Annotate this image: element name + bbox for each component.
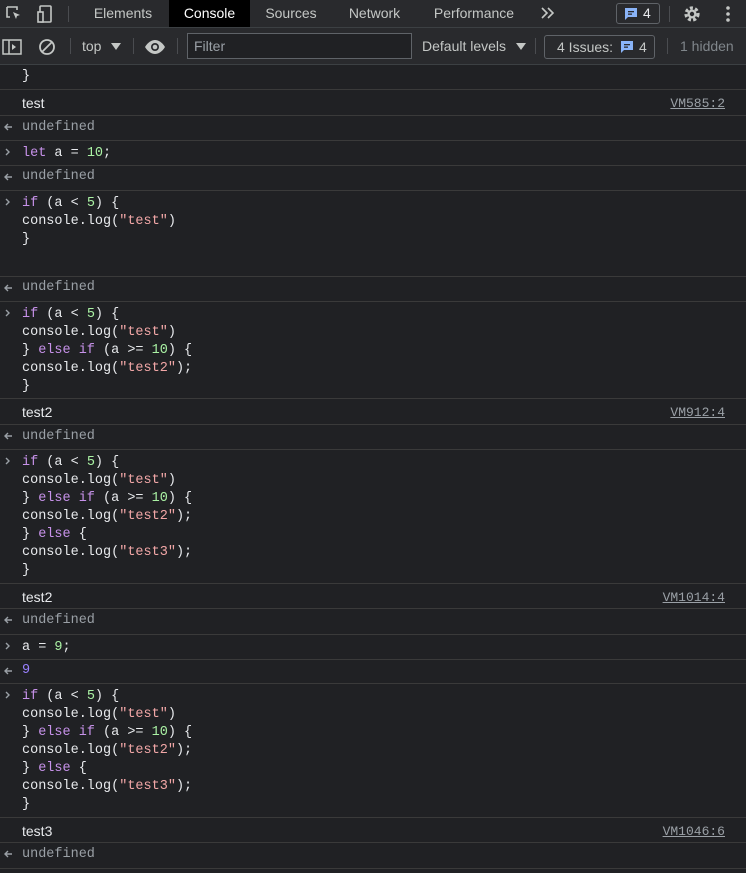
log-message: test2 xyxy=(22,589,53,605)
console-input-row: if (a < 5) { console.log("test") } xyxy=(0,191,746,277)
source-link[interactable]: VM585:2 xyxy=(670,96,725,111)
console-log-row: test2 VM912:4 xyxy=(0,399,746,425)
code-line: let a = 10; xyxy=(22,146,112,161)
result-arrow-icon xyxy=(4,667,12,675)
code-block: if (a < 5) { console.log("test") } else … xyxy=(22,455,193,578)
console-result-row: undefined xyxy=(0,843,746,869)
result-value: undefined xyxy=(22,613,95,628)
result-arrow-icon xyxy=(4,123,12,131)
console-result-row: undefined xyxy=(0,609,746,635)
inspect-element-icon[interactable] xyxy=(4,4,24,24)
code-line: a = 9; xyxy=(22,640,71,655)
console-result-row: undefined xyxy=(0,116,746,141)
tab-elements[interactable]: Elements xyxy=(78,0,168,27)
hidden-count: 1 hidden xyxy=(680,38,734,54)
input-chevron-icon xyxy=(5,691,10,699)
more-options-icon[interactable] xyxy=(718,4,738,24)
console-input-row: if (a < 5) { console.log("test") } else … xyxy=(0,450,746,584)
result-arrow-icon xyxy=(4,432,12,440)
context-select[interactable]: top xyxy=(82,38,101,54)
console-log-row: test3 VM1046:6 xyxy=(0,818,746,843)
sidebar-toggle-icon[interactable] xyxy=(2,38,22,56)
input-chevron-icon xyxy=(5,148,10,156)
tab-performance[interactable]: Performance xyxy=(419,0,529,27)
tab-network[interactable]: Network xyxy=(332,0,417,27)
issues-button[interactable]: 4 Issues: 4 xyxy=(544,35,655,59)
result-value: undefined xyxy=(22,280,95,295)
message-icon xyxy=(625,8,637,20)
code-block: if (a < 5) { console.log("test") } else … xyxy=(22,307,193,394)
source-link[interactable]: VM912:4 xyxy=(670,405,725,420)
issues-message-icon xyxy=(621,41,633,53)
tab-console[interactable]: Console xyxy=(169,0,250,27)
code-block: if (a < 5) { console.log("test") } xyxy=(22,196,176,247)
device-toolbar-icon[interactable] xyxy=(36,4,56,24)
result-arrow-icon xyxy=(4,616,12,624)
source-link[interactable]: VM1046:6 xyxy=(663,824,725,839)
code-line: } xyxy=(22,69,31,84)
console-result-row: undefined xyxy=(0,425,746,450)
chevron-double-right-icon[interactable] xyxy=(539,3,557,23)
result-value: undefined xyxy=(22,429,95,444)
issues-count: 4 xyxy=(639,39,647,55)
code-block: if (a < 5) { console.log("test") } else … xyxy=(22,689,193,812)
context-dropdown-icon[interactable] xyxy=(111,43,121,50)
log-message: test3 xyxy=(22,823,53,839)
input-chevron-icon xyxy=(5,642,10,650)
result-value: undefined xyxy=(22,847,95,862)
console-toolbar: top Default levels 4 Issues: 4 1 hidden xyxy=(0,28,746,65)
console-input-row: let a = 10; xyxy=(0,141,746,166)
source-link[interactable]: VM1014:4 xyxy=(663,590,725,605)
result-arrow-icon xyxy=(4,173,12,181)
log-message: test xyxy=(22,95,45,111)
tab-sources[interactable]: Sources xyxy=(252,0,330,27)
result-arrow-icon xyxy=(4,284,12,292)
log-levels-select[interactable]: Default levels xyxy=(422,38,506,54)
input-chevron-icon xyxy=(5,309,10,317)
console-result-row: undefined xyxy=(0,277,746,302)
result-value: 9 xyxy=(22,663,31,678)
console-input-row: if (a < 5) { console.log("test") } else … xyxy=(0,684,746,818)
devtools-tab-bar: Elements Console Sources Network Perform… xyxy=(0,0,746,28)
console-prompt[interactable] xyxy=(0,869,746,873)
input-chevron-icon xyxy=(5,198,10,206)
live-expression-eye-icon[interactable] xyxy=(144,39,166,55)
settings-gear-icon[interactable] xyxy=(682,4,702,24)
clear-console-icon[interactable] xyxy=(38,38,56,56)
console-result-row: 9 xyxy=(0,660,746,684)
console-log-row: test VM585:2 xyxy=(0,90,746,116)
result-value: undefined xyxy=(22,169,95,184)
filter-input[interactable] xyxy=(187,33,412,59)
console-result-row: undefined xyxy=(0,166,746,191)
log-message: test2 xyxy=(22,404,53,420)
console-input-row: } xyxy=(0,65,746,90)
messages-count: 4 xyxy=(643,5,651,21)
console-input-row: if (a < 5) { console.log("test") } else … xyxy=(0,302,746,399)
levels-dropdown-icon[interactable] xyxy=(516,43,526,50)
result-value: undefined xyxy=(22,120,95,135)
issues-label: 4 Issues: xyxy=(557,39,614,55)
messages-badge[interactable]: 4 xyxy=(616,3,660,24)
console-output[interactable]: } test VM585:2 undefined let a = 10; und… xyxy=(0,65,746,873)
input-chevron-icon xyxy=(5,457,10,465)
console-input-row: a = 9; xyxy=(0,635,746,660)
result-arrow-icon xyxy=(4,850,12,858)
console-log-row: test2 VM1014:4 xyxy=(0,584,746,609)
